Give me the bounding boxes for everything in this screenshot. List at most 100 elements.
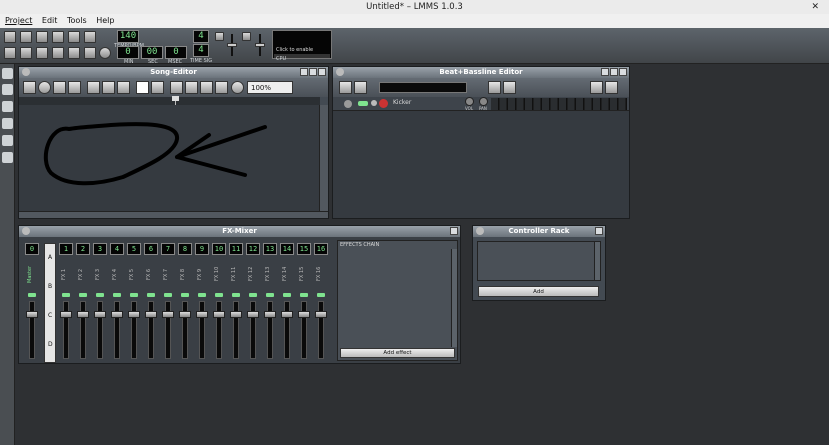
mixer-channel-13[interactable]: 13 FX 13 xyxy=(263,243,277,363)
play-icon[interactable] xyxy=(339,81,352,94)
song-editor-icon[interactable] xyxy=(4,47,16,59)
fader-handle[interactable] xyxy=(298,311,310,318)
project-notes-icon[interactable] xyxy=(84,47,96,59)
mixer-channel-8[interactable]: 8 FX 8 xyxy=(178,243,192,363)
fader-handle[interactable] xyxy=(281,311,293,318)
fader-handle[interactable] xyxy=(94,311,106,318)
fader-handle[interactable] xyxy=(162,311,174,318)
volume-fader[interactable] xyxy=(233,301,239,359)
fader-handle[interactable] xyxy=(26,311,38,318)
open-project-icon[interactable] xyxy=(36,31,48,43)
mute-led-icon[interactable] xyxy=(300,293,308,297)
timeline-ruler[interactable] xyxy=(19,97,320,105)
bank-b-button[interactable]: B xyxy=(48,283,52,290)
mute-led-icon[interactable] xyxy=(232,293,240,297)
save-project-icon[interactable] xyxy=(52,31,64,43)
mixer-channel-9[interactable]: 9 FX 9 xyxy=(195,243,209,363)
fader-handle[interactable] xyxy=(145,311,157,318)
vertical-scrollbar[interactable] xyxy=(319,105,328,213)
auto-scroll-icon[interactable] xyxy=(170,81,183,94)
add-effect-button[interactable]: Add effect xyxy=(340,348,455,358)
new-from-template-icon[interactable] xyxy=(20,31,32,43)
close-icon[interactable] xyxy=(619,68,627,76)
mixer-channel-10[interactable]: 10 FX 10 xyxy=(212,243,226,363)
fader-handle[interactable] xyxy=(315,311,327,318)
fader-handle[interactable] xyxy=(77,311,89,318)
record-icon[interactable] xyxy=(38,81,51,94)
mute-led-icon[interactable] xyxy=(215,293,223,297)
playhead-marker[interactable] xyxy=(172,96,179,101)
mute-led-icon[interactable] xyxy=(198,293,206,297)
volume-fader[interactable] xyxy=(29,301,35,359)
fader-handle[interactable] xyxy=(179,311,191,318)
fader-handle[interactable] xyxy=(111,311,123,318)
volume-fader[interactable] xyxy=(148,301,154,359)
volume-fader[interactable] xyxy=(318,301,324,359)
automation-editor-icon[interactable] xyxy=(52,47,64,59)
fader-handle[interactable] xyxy=(213,311,225,318)
fader-handle[interactable] xyxy=(230,311,242,318)
mute-led-icon[interactable] xyxy=(181,293,189,297)
stop-icon[interactable] xyxy=(68,81,81,94)
return-to-start-icon[interactable] xyxy=(215,81,228,94)
mute-led-icon[interactable] xyxy=(79,293,87,297)
samples-browser-icon[interactable] xyxy=(2,101,13,112)
bank-d-button[interactable]: D xyxy=(48,341,53,348)
horizontal-scrollbar[interactable] xyxy=(19,211,328,218)
fader-handle[interactable] xyxy=(264,311,276,318)
maximize-icon[interactable] xyxy=(610,68,618,76)
remove-steps-icon[interactable] xyxy=(590,81,603,94)
cpu-meter[interactable]: Click to enable xyxy=(272,30,332,59)
bank-a-button[interactable]: A xyxy=(48,254,52,261)
computer-browser-icon[interactable] xyxy=(2,152,13,163)
close-icon[interactable] xyxy=(595,227,603,235)
time-sig-denominator[interactable]: 4 xyxy=(193,44,209,57)
fx-mixer-icon[interactable] xyxy=(68,47,80,59)
track-name-kicker[interactable]: Kicker xyxy=(393,99,411,106)
menu-edit[interactable]: Edit xyxy=(40,14,60,28)
effects-scrollbar[interactable] xyxy=(451,249,457,347)
volume-fader[interactable] xyxy=(165,301,171,359)
add-bb-track-icon[interactable] xyxy=(488,81,501,94)
volume-fader[interactable] xyxy=(114,301,120,359)
close-icon[interactable] xyxy=(318,68,326,76)
edit-mode-icon[interactable] xyxy=(151,81,164,94)
mixer-channel-12[interactable]: 12 FX 12 xyxy=(246,243,260,363)
mute-led-icon[interactable] xyxy=(62,293,70,297)
fader-handle[interactable] xyxy=(128,311,140,318)
volume-fader[interactable] xyxy=(80,301,86,359)
mixer-channel-16[interactable]: 16 FX 16 xyxy=(314,243,328,363)
bb-editor-icon[interactable] xyxy=(20,47,32,59)
mixer-channel-4[interactable]: 4 FX 4 xyxy=(110,243,124,363)
mute-led-icon[interactable] xyxy=(28,293,36,297)
mixer-channel-15[interactable]: 15 FX 15 xyxy=(297,243,311,363)
master-volume-slider[interactable] xyxy=(227,43,237,47)
mixer-channel-master[interactable]: 0 Master xyxy=(25,243,39,363)
gear-icon[interactable] xyxy=(344,100,352,108)
solo-icon[interactable] xyxy=(371,100,377,106)
add-automation-track-icon[interactable] xyxy=(503,81,516,94)
stop-icon[interactable] xyxy=(354,81,367,94)
mixer-channel-14[interactable]: 14 FX 14 xyxy=(280,243,294,363)
maximize-icon[interactable] xyxy=(309,68,317,76)
fader-handle[interactable] xyxy=(60,311,72,318)
home-browser-icon[interactable] xyxy=(2,135,13,146)
add-automation-track-icon[interactable] xyxy=(117,81,130,94)
step-sequencer-pattern[interactable] xyxy=(491,98,627,110)
volume-fader[interactable] xyxy=(250,301,256,359)
add-controller-button[interactable]: Add xyxy=(478,286,599,297)
instrument-plugins-icon[interactable] xyxy=(2,68,13,79)
close-icon[interactable] xyxy=(450,227,458,235)
mute-led-icon[interactable] xyxy=(283,293,291,297)
export-project-icon[interactable] xyxy=(68,31,80,43)
zoom-select[interactable]: 100% xyxy=(247,81,293,94)
draw-mode-icon[interactable] xyxy=(136,81,149,94)
volume-fader[interactable] xyxy=(284,301,290,359)
record-icon[interactable] xyxy=(84,31,96,43)
minimize-icon[interactable] xyxy=(300,68,308,76)
record-while-playing-icon[interactable] xyxy=(53,81,66,94)
play-icon[interactable] xyxy=(23,81,36,94)
add-steps-icon[interactable] xyxy=(605,81,618,94)
new-project-icon[interactable] xyxy=(4,31,16,43)
menu-tools[interactable]: Tools xyxy=(65,14,89,28)
